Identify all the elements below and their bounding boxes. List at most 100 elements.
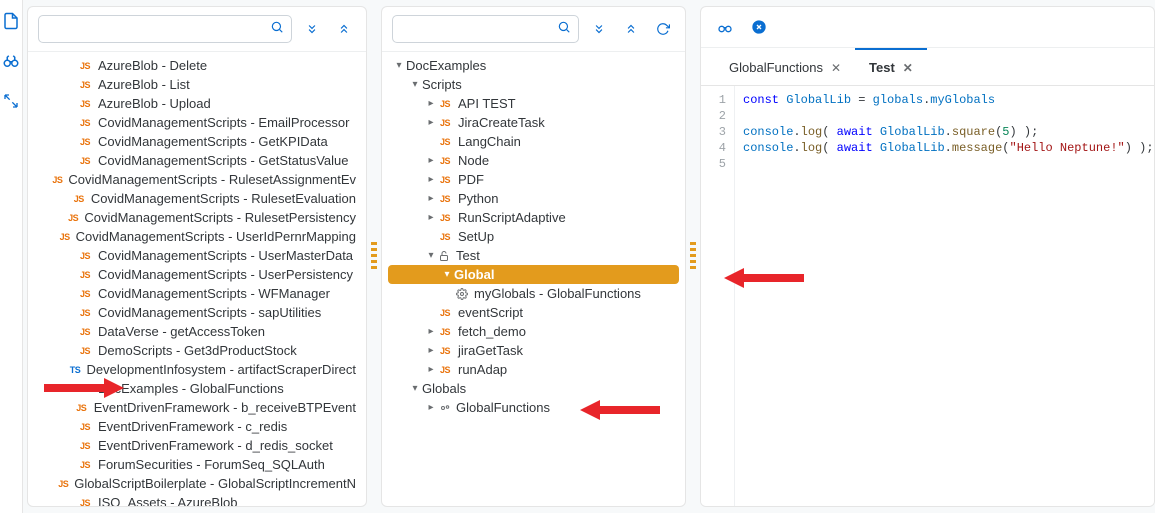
tree-node[interactable]: ▸JSAPI TEST [382,94,685,113]
chevron-icon: ▸ [424,155,438,166]
expand-all-icon[interactable] [300,17,324,41]
list-item[interactable]: JSCovidManagementScripts - UserPersisten… [28,265,366,284]
item-label: DataVerse - getAccessToken [98,324,265,339]
arrow-callout [44,376,124,400]
search-icon[interactable] [557,20,571,37]
item-label: ISO_Assets - AzureBlob [98,495,237,506]
tree-node[interactable]: ▸JSPython [382,189,685,208]
js-badge: JS [78,498,92,507]
list-item[interactable]: JSDemoScripts - Get3dProductStock [28,341,366,360]
list-item[interactable]: JSAzureBlob - Delete [28,56,366,75]
code-editor[interactable]: 12345 const GlobalLib = globals.myGlobal… [701,86,1154,506]
tree-node-globals[interactable]: ▾Globals [382,379,685,398]
list-item[interactable]: JSCovidManagementScripts - WFManager [28,284,366,303]
tree-node-scripts[interactable]: ▾Scripts [382,75,685,94]
ts-badge: TS [70,365,81,375]
js-badge: JS [73,194,85,204]
tab-test[interactable]: Test✕ [855,48,927,85]
close-circle-icon[interactable] [747,15,771,39]
list-item[interactable]: JSCovidManagementScripts - RulesetAssign… [28,170,366,189]
js-badge: JS [438,327,452,337]
item-label: CovidManagementScripts - WFManager [98,286,330,301]
file-icon[interactable] [0,10,22,32]
js-badge: JS [438,346,452,356]
list-item[interactable]: JSForumSecurities - ForumSeq_SQLAuth [28,455,366,474]
list-item[interactable]: JSGlobalScriptBoilerplate - GlobalScript… [28,474,366,493]
list-item[interactable]: JSEventDrivenFramework - d_redis_socket [28,436,366,455]
item-label: Node [458,153,489,168]
binoculars-icon[interactable] [713,15,737,39]
scripts-list-panel: JSAzureBlob - DeleteJSAzureBlob - ListJS… [27,6,367,507]
js-badge: JS [438,365,452,375]
chevron-icon: ▸ [424,98,438,109]
expand-icon[interactable] [0,90,22,112]
js-badge: JS [78,156,92,166]
collapse-all-icon[interactable] [619,17,643,41]
search-icon[interactable] [270,20,284,37]
list-item[interactable]: JSAzureBlob - List [28,75,366,94]
list-item[interactable]: JSCovidManagementScripts - GetStatusValu… [28,151,366,170]
chevron-icon: ▸ [424,212,438,223]
tree-node[interactable]: JSSetUp [382,227,685,246]
chevron-down-icon: ▾ [408,383,422,394]
js-badge: JS [78,118,92,128]
item-label: CovidManagementScripts - UserIdPernrMapp… [76,229,356,244]
list-item[interactable]: JSDataVerse - getAccessToken [28,322,366,341]
close-icon[interactable]: ✕ [831,61,841,75]
js-badge: JS [438,308,452,318]
js-badge: JS [78,80,92,90]
tree-node-test[interactable]: ▾Test [382,246,685,265]
item-label: runAdap [458,362,507,377]
tree-node[interactable]: ▸JSRunScriptAdaptive [382,208,685,227]
item-label: fetch_demo [458,324,526,339]
js-badge: JS [68,213,78,223]
code-content[interactable]: const GlobalLib = globals.myGlobals cons… [735,86,1154,506]
list-item[interactable]: JSCovidManagementScripts - sapUtilities [28,303,366,322]
tree-node[interactable]: ▸JSPDF [382,170,685,189]
tree-node[interactable]: JSLangChain [382,132,685,151]
item-label: jiraGetTask [458,343,523,358]
tab-globalfunctions[interactable]: GlobalFunctions✕ [715,48,855,85]
tree-node[interactable]: ▸JS jiraGetTask [382,341,685,360]
list-item[interactable]: JSEventDrivenFramework - c_redis [28,417,366,436]
js-badge: JS [438,118,452,128]
chevron-icon: ▸ [424,345,438,356]
panel-divider[interactable] [690,0,696,513]
panel-divider[interactable] [371,0,377,513]
tree-node[interactable]: ▸JSrunAdap [382,360,685,379]
chevron-down-icon: ▾ [424,250,438,261]
list-item[interactable]: JS ISO_Assets - AzureBlob [28,493,366,506]
tree-node-globalchild[interactable]: myGlobals - GlobalFunctions [382,284,685,303]
js-badge: JS [78,99,92,109]
list-item[interactable]: JS AzureBlob - Upload [28,94,366,113]
tree-node[interactable]: ▸JSNode [382,151,685,170]
js-badge: JS [78,460,92,470]
list-item[interactable]: JSCovidManagementScripts - GetKPIData [28,132,366,151]
editor-tabs: GlobalFunctions✕ Test✕ [701,48,1154,86]
list-item[interactable]: JSCovidManagementScripts - RulesetPersis… [28,208,366,227]
js-badge: JS [438,99,452,109]
binoculars-icon[interactable] [0,50,22,72]
list-item[interactable]: JSCovidManagementScripts - UserIdPernrMa… [28,227,366,246]
tree-node[interactable]: ▸JSJiraCreateTask [382,113,685,132]
close-icon[interactable]: ✕ [903,61,913,75]
search-input[interactable] [38,15,292,43]
gear-icon [456,288,470,300]
tree-node-global[interactable]: ▾Global [388,265,679,284]
search-input[interactable] [392,15,579,43]
collapse-all-icon[interactable] [332,17,356,41]
tree-node[interactable]: JSeventScript [382,303,685,322]
list-item[interactable]: JSCovidManagementScripts - EmailProcesso… [28,113,366,132]
expand-all-icon[interactable] [587,17,611,41]
tree-node[interactable]: ▸JSfetch_demo [382,322,685,341]
tree-node-root[interactable]: ▾DocExamples [382,56,685,75]
chevron-down-icon: ▾ [392,60,406,71]
refresh-icon[interactable] [651,17,675,41]
list-item[interactable]: JSCovidManagementScripts - RulesetEvalua… [28,189,366,208]
list-item[interactable]: JSEventDrivenFramework - b_receiveBTPEve… [28,398,366,417]
list-item[interactable]: JSCovidManagementScripts - UserMasterDat… [28,246,366,265]
item-label: AzureBlob - Upload [98,96,211,111]
item-label: SetUp [458,229,494,244]
panel-toolbar [28,7,366,52]
js-badge: JS [78,251,92,261]
